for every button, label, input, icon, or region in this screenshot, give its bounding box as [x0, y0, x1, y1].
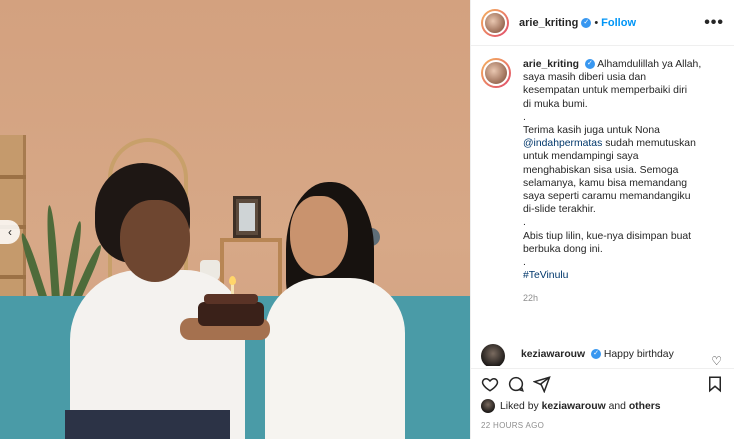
caption-line: Abis tiup lilin, kue-nya disimpan buat	[523, 230, 692, 242]
caption-line: di muka bumi.	[523, 98, 588, 110]
caption-line: .	[523, 217, 526, 229]
action-bar: Liked by keziawarouw and others 22 HOURS…	[471, 368, 734, 439]
likes-summary: Liked by keziawarouw and others	[481, 399, 724, 413]
birthday-cake	[198, 302, 264, 326]
caption-area: arie_kriting ✓ Alhamdulillah ya Allah, s…	[481, 58, 724, 338]
verified-icon: ✓	[591, 349, 601, 360]
likes-prefix: Liked by	[500, 400, 539, 412]
caption-line: .	[523, 257, 526, 269]
header-separator: •	[594, 16, 599, 29]
caption-line: saya seperti caramu memandangiku	[523, 191, 691, 203]
comment-item: keziawarouw ✓ Happy birthday ♡	[481, 344, 724, 366]
caption-avatar[interactable]	[481, 58, 511, 88]
hashtag-link[interactable]: #TeVinulu	[523, 269, 713, 282]
author-avatar[interactable]	[481, 8, 509, 37]
plant	[18, 200, 105, 302]
caption-line: untuk mendampingi saya	[523, 151, 639, 163]
caption-line: di-slide terakhir.	[523, 204, 596, 216]
comment-text: keziawarouw ✓ Happy birthday	[521, 349, 674, 360]
shelf	[0, 135, 26, 300]
comment-avatar[interactable]	[481, 344, 505, 366]
caption-line: berbuka dong ini.	[523, 243, 603, 255]
share-icon[interactable]	[533, 375, 551, 393]
author-username[interactable]: arie_kriting	[519, 17, 578, 29]
caption-line: kesempatan untuk memperbaiki diri	[523, 85, 688, 97]
caption-line: selamanya, kamu bisa memandang	[523, 177, 688, 189]
verified-icon: ✓	[581, 17, 592, 28]
post-panel: arie_kriting ✓ • Follow ••• arie_kriting…	[470, 0, 734, 439]
posted-time: 22 HOURS AGO	[481, 421, 545, 430]
bookmark-icon[interactable]	[706, 375, 724, 393]
post-header: arie_kriting ✓ • Follow •••	[471, 0, 734, 46]
caption-line: .	[523, 111, 526, 123]
comment-icon[interactable]	[507, 375, 525, 393]
heart-icon[interactable]	[481, 375, 499, 393]
caption-time: 22h	[523, 293, 539, 304]
follow-button[interactable]: Follow	[601, 17, 636, 29]
comment-username[interactable]: keziawarouw	[521, 349, 585, 360]
liker-avatar[interactable]	[481, 399, 495, 413]
verified-icon: ✓	[584, 59, 595, 70]
cake-top	[204, 294, 258, 304]
woman-figure	[265, 278, 405, 439]
caption-username[interactable]: arie_kriting	[523, 59, 579, 70]
caption-line: sudah memutuskan	[605, 138, 696, 150]
likes-and: and	[608, 400, 626, 412]
comment-like-icon[interactable]: ♡	[711, 354, 722, 366]
more-icon[interactable]: •••	[704, 14, 724, 32]
picture-frame	[233, 196, 261, 238]
caption-line: Alhamdulillah ya Allah,	[597, 59, 702, 70]
caption-line: menghabiskan sisa usia. Semoga	[523, 164, 679, 176]
liker-username[interactable]: keziawarouw	[542, 401, 606, 412]
post-photo[interactable]: ‹	[0, 0, 470, 439]
woman-face	[290, 196, 348, 276]
man-pants	[65, 410, 230, 439]
likes-others[interactable]: others	[629, 401, 661, 412]
comment-body: Happy birthday	[603, 349, 674, 360]
caption-line: saya masih diberi usia dan	[523, 72, 647, 84]
caption-line: Terima kasih juga untuk Nona	[523, 125, 660, 137]
man-face	[120, 200, 190, 282]
mention-link[interactable]: @indahpermatas	[523, 138, 602, 149]
caption-text: arie_kriting ✓ Alhamdulillah ya Allah, s…	[523, 58, 713, 306]
candle-flame	[229, 276, 236, 285]
